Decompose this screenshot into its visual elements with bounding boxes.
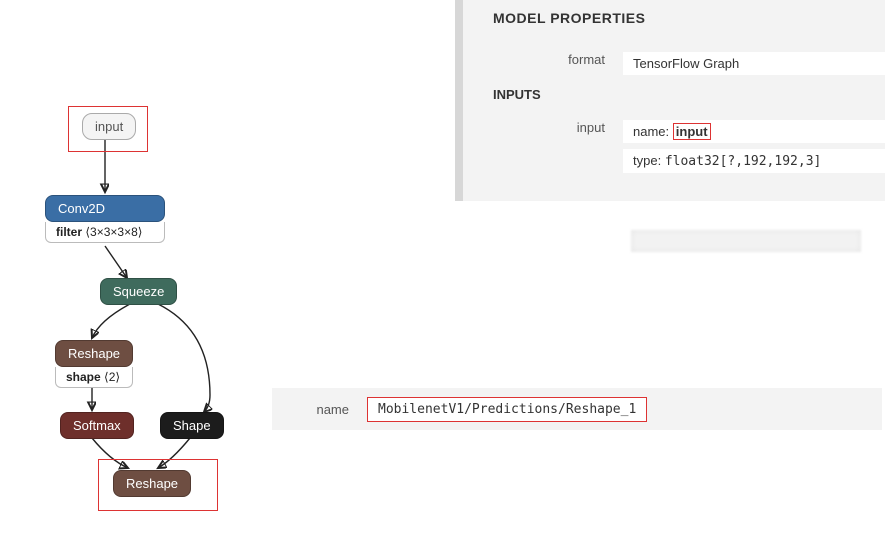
node-input[interactable]: input — [82, 113, 136, 140]
node-squeeze[interactable]: Squeeze — [100, 278, 177, 305]
input-name-key: name: — [633, 124, 669, 139]
row-format: format TensorFlow Graph — [483, 52, 885, 75]
shape-key: shape — [66, 370, 101, 384]
input-name-val: input — [673, 123, 711, 140]
value-input-type: type: float32[?,192,192,3] — [623, 149, 885, 173]
node-reshape-2[interactable]: Reshape — [113, 470, 191, 497]
node-shape[interactable]: Shape — [160, 412, 224, 439]
node-conv2d-filter: filter ⟨3×3×3×8⟩ — [45, 222, 165, 243]
label-name: name — [272, 402, 367, 417]
graph-edges — [0, 0, 300, 520]
value-name: MobilenetV1/Predictions/Reshape_1 — [367, 397, 647, 422]
node-reshape-1-shape: shape ⟨2⟩ — [55, 367, 133, 388]
output-name-bar: name MobilenetV1/Predictions/Reshape_1 — [272, 388, 882, 430]
properties-panel: MODEL PROPERTIES format TensorFlow Graph… — [455, 0, 885, 201]
input-type-key: type: — [633, 153, 661, 168]
label-format: format — [483, 52, 623, 75]
heading-inputs: INPUTS — [493, 87, 885, 102]
filter-key: filter — [56, 225, 82, 239]
node-reshape-1[interactable]: Reshape — [55, 340, 133, 367]
row-input-name: input name: input — [483, 120, 885, 143]
value-input-name: name: input — [623, 120, 885, 143]
blurred-region — [631, 230, 861, 252]
node-softmax[interactable]: Softmax — [60, 412, 134, 439]
node-conv2d[interactable]: Conv2D — [45, 195, 165, 222]
input-type-val: float32[?,192,192,3] — [665, 154, 822, 169]
row-input-type: type: float32[?,192,192,3] — [483, 149, 885, 173]
filter-val: ⟨3×3×3×8⟩ — [85, 225, 142, 239]
shape-val: ⟨2⟩ — [104, 370, 120, 384]
heading-model-properties: MODEL PROPERTIES — [493, 10, 885, 26]
model-graph: input Conv2D filter ⟨3×3×3×8⟩ Squeeze Re… — [0, 0, 300, 520]
label-input: input — [483, 120, 623, 143]
value-format: TensorFlow Graph — [623, 52, 885, 75]
